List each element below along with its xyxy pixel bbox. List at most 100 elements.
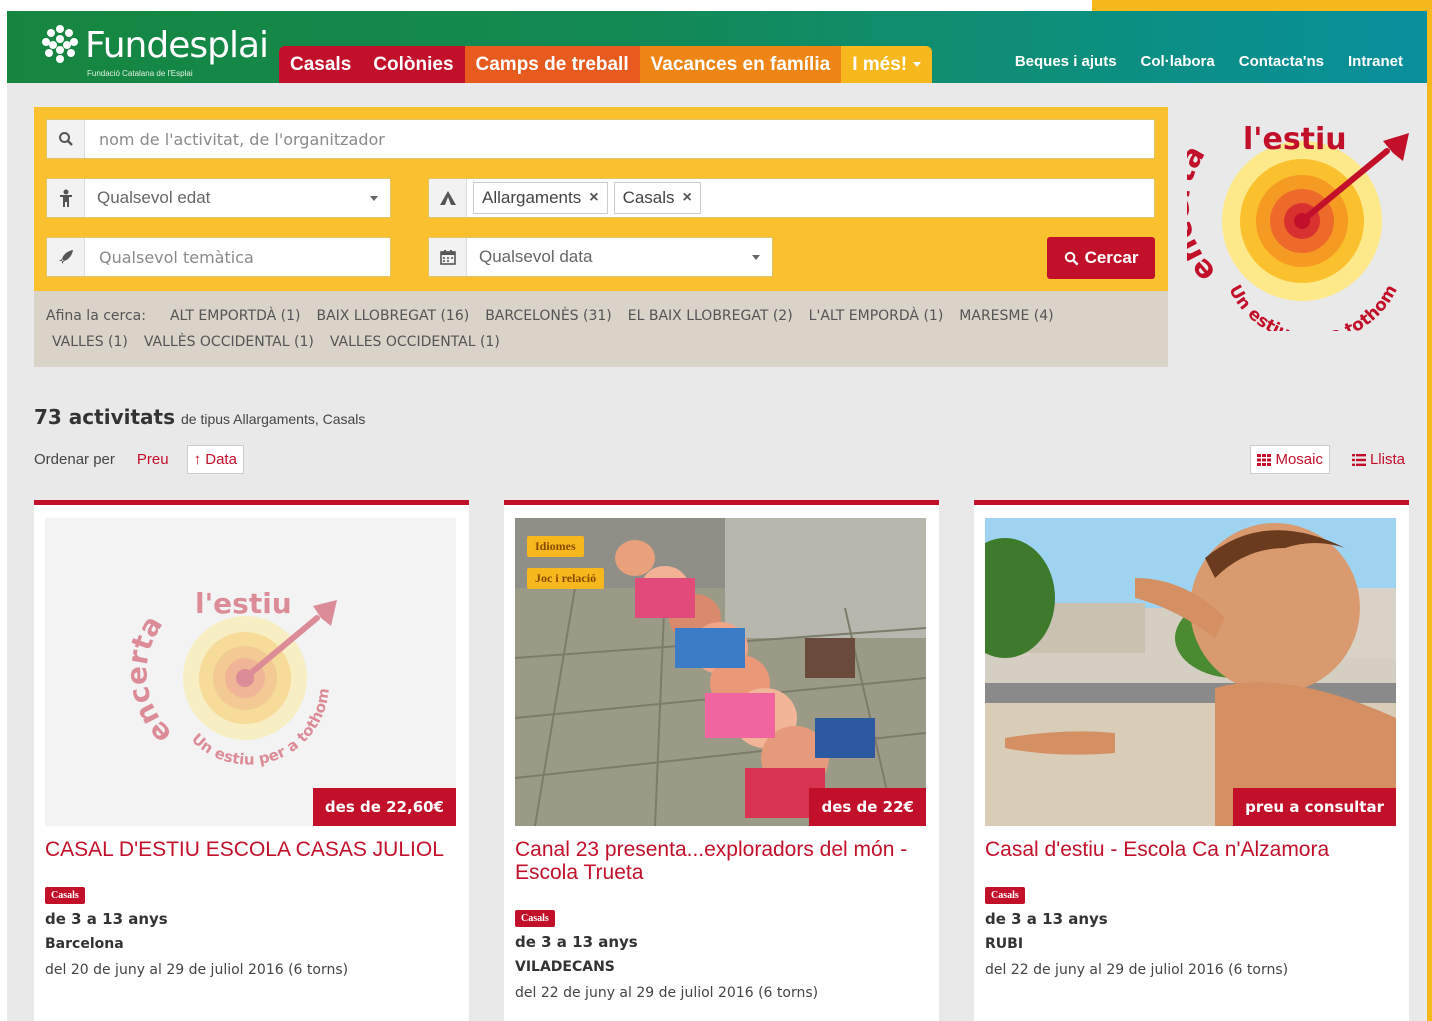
remove-tag-icon[interactable]: × [589, 189, 598, 207]
main-nav: Casals Colònies Camps de treball Vacance… [279, 46, 933, 83]
refine-chip[interactable]: BAIX LLOBREGAT (16) [316, 308, 469, 324]
age-select[interactable]: Qualsevol edat [46, 178, 391, 218]
nav-tab-vacances-en-familia[interactable]: Vacances en família [639, 46, 842, 83]
top-accent-stripe [1092, 0, 1432, 11]
category-badge: Casals [45, 887, 85, 904]
child-icon [47, 179, 85, 217]
refine-chip[interactable]: EL BAIX LLOBREGAT (2) [628, 308, 793, 324]
search-icon [1064, 251, 1079, 265]
nav-tab-i-mes-label: I més! [852, 54, 908, 75]
brand-name: Fundesplai [85, 25, 269, 66]
logo-word-encerta: encerta [1187, 139, 1223, 289]
card-price: preu a consultar [1233, 788, 1396, 826]
category-badge: Casals [515, 910, 555, 927]
faded-logo-word-lestiu: l'estiu [195, 587, 292, 620]
sort-bar: Ordenar per Preu ↑ Data [34, 445, 244, 474]
refine-label: Afina la cerca: [46, 308, 146, 324]
nav-tab-colonies[interactable]: Colònies [362, 46, 465, 83]
refine-filters: Afina la cerca: ALT EMPORTDÀ (1) BAIX LLOB… [34, 291, 1168, 367]
sort-date-button[interactable]: ↑ Data [186, 445, 244, 474]
category-badge: Casals [985, 887, 1025, 904]
sort-price-button[interactable]: Preu [137, 451, 169, 468]
card-ages: de 3 a 13 anys [985, 910, 1108, 928]
search-button-label: Cercar [1084, 248, 1139, 267]
search-button[interactable]: Cercar [1047, 237, 1155, 279]
right-accent-stripe [1427, 0, 1432, 1021]
refine-chip[interactable]: VALLÈS OCCIDENTAL (1) [144, 334, 314, 350]
util-link-beques[interactable]: Beques i ajuts [1015, 53, 1117, 70]
utility-nav: Beques i ajuts Col·labora Contacta'ns In… [1015, 53, 1403, 70]
util-link-contacta[interactable]: Contacta'ns [1239, 53, 1324, 70]
age-select-value: Qualsevol edat [97, 188, 211, 207]
activity-card[interactable]: preu a consultar Casal d'estiu - Escola … [974, 500, 1409, 1021]
svg-text:encerta: encerta [120, 610, 178, 751]
nav-tab-camps-de-treball[interactable]: Camps de treball [464, 46, 640, 83]
tag-allargaments-label: Allargaments [482, 188, 582, 207]
theme-input[interactable] [85, 247, 390, 267]
card-title[interactable]: Canal 23 presenta...exploradors del món … [515, 838, 926, 884]
refine-chip[interactable]: ALT EMPORTDÀ (1) [170, 308, 301, 324]
tag-casals: Casals × [613, 182, 701, 214]
refine-chip[interactable]: BARCELONÈS (31) [485, 308, 612, 324]
util-link-col-labora[interactable]: Col·labora [1141, 53, 1215, 70]
calendar-icon [429, 238, 467, 276]
card-ages: de 3 a 13 anys [515, 933, 638, 951]
refine-chip[interactable]: VALLES (1) [52, 334, 128, 350]
card-title[interactable]: Casal d'estiu - Escola Ca n'Alzamora [985, 838, 1396, 861]
faded-logo-word-encerta: encerta [120, 610, 178, 751]
card-photo-children: Idiomes Joc i relació des de 22€ [515, 518, 926, 826]
util-link-intranet[interactable]: Intranet [1348, 53, 1403, 70]
refine-chip[interactable]: MARESME (4) [959, 308, 1053, 324]
activity-card[interactable]: Idiomes Joc i relació des de 22€ Canal 2… [504, 500, 939, 1021]
card-price: des de 22,60€ [312, 788, 456, 826]
encerta-lestiu-faded-logo: encerta l'estiu Un estiu per a tothom [120, 587, 337, 769]
nav-tab-i-mes[interactable]: I més! [841, 46, 933, 83]
card-title[interactable]: CASAL D'ESTIU ESCOLA CASAS JULIOL [45, 838, 456, 861]
view-list-label: Llista [1369, 451, 1405, 468]
card-price: des de 22€ [809, 788, 926, 826]
refine-chip[interactable]: L'ALT EMPORDÀ (1) [809, 308, 944, 324]
view-list-button[interactable]: Llista [1351, 451, 1405, 468]
view-toggle: Mosaic Llista [1250, 445, 1405, 474]
rocket-icon [47, 238, 85, 276]
refine-chip[interactable]: VALLES OCCIDENTAL (1) [330, 334, 500, 350]
date-select[interactable]: Qualsevol data [428, 237, 773, 277]
search-input[interactable] [85, 129, 1154, 149]
card-place: RUBI [985, 936, 1024, 952]
fundesplai-logo[interactable]: Fundesplai Fundació Catalana de l'Esplai [37, 21, 277, 78]
view-mosaic-button[interactable]: Mosaic [1250, 445, 1330, 474]
card-place: Barcelona [45, 936, 124, 952]
sort-date-label: Data [205, 451, 237, 468]
theme-field [46, 237, 391, 277]
photo-children-sitting [515, 518, 926, 826]
tag-allargaments: Allargaments × [473, 182, 608, 214]
chevron-down-icon [752, 254, 760, 260]
results-header: 73 activitats de tipus Allargaments, Casa… [34, 405, 365, 429]
tag-casals-label: Casals [622, 188, 675, 207]
card-meta: Casals de 3 a 13 anys Barcelona del 20 d… [45, 883, 456, 978]
card-meta: Casals de 3 a 13 anys VILADECANS del 22 … [515, 906, 926, 1001]
results-kind: de tipus Allargaments, Casals [180, 411, 366, 427]
sort-label: Ordenar per [34, 451, 115, 468]
card-place: VILADECANS [515, 959, 615, 975]
chevron-down-icon [370, 195, 378, 201]
svg-text:encerta: encerta [1187, 139, 1223, 289]
sort-arrow-icon: ↑ [193, 451, 202, 468]
activity-card[interactable]: encerta l'estiu Un estiu per a tothom de… [34, 500, 469, 1021]
search-panel: Qualsevol edat Allargaments × Casals × Qua… [34, 107, 1168, 291]
date-select-value: Qualsevol data [479, 247, 593, 266]
type-tags-field[interactable]: Allargaments × Casals × [428, 178, 1155, 218]
card-dates: del 22 de juny al 29 de juliol 2016 (6 t… [515, 985, 819, 1001]
card-ages: de 3 a 13 anys [45, 910, 168, 928]
view-mosaic-label: Mosaic [1275, 451, 1323, 468]
results-count: 73 activitats [34, 405, 175, 429]
site-header: Fundesplai Fundació Catalana de l'Esplai… [7, 11, 1427, 83]
card-photo-boy: preu a consultar [985, 518, 1396, 826]
photo-boy-playground [985, 518, 1396, 826]
nav-tab-casals[interactable]: Casals [279, 46, 363, 83]
card-dates: del 22 de juny al 29 de juliol 2016 (6 t… [985, 962, 1289, 978]
brand-tagline: Fundació Catalana de l'Esplai [87, 69, 193, 78]
remove-tag-icon[interactable]: × [683, 189, 692, 207]
list-icon [1351, 453, 1366, 466]
search-field [46, 119, 1155, 159]
